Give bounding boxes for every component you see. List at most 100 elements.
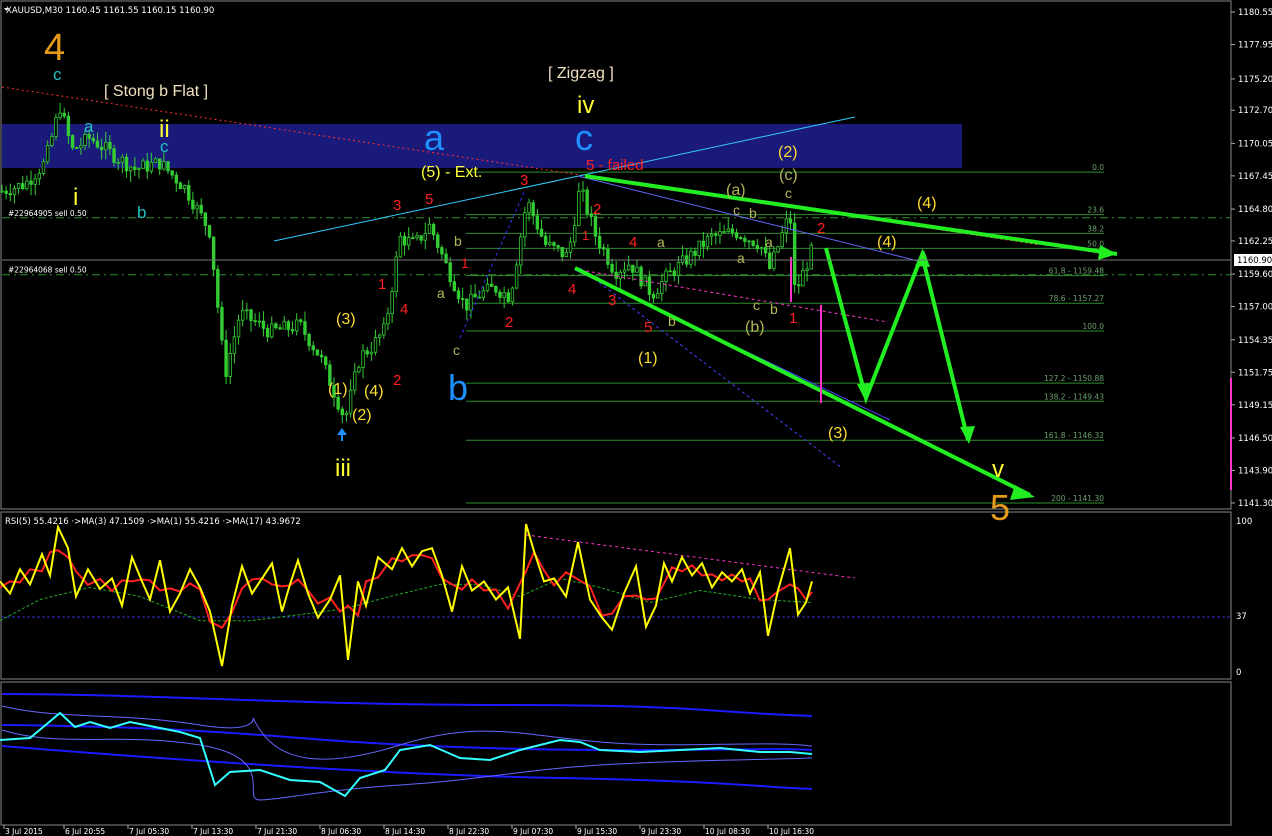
candle-body [91, 137, 95, 142]
wave-a-olive-5: a [737, 250, 745, 266]
wave-p3-left: (3) [336, 311, 356, 328]
candle-body [452, 281, 457, 292]
candle-body [548, 242, 552, 245]
wave-p1-mid: (1) [638, 350, 658, 367]
candle-body [286, 321, 291, 330]
candle-body [489, 283, 494, 287]
candle-body [377, 334, 382, 338]
wave-4-red-e: 4 [568, 281, 576, 298]
candle-body [602, 247, 606, 250]
candle-body [253, 320, 257, 323]
wave-p3-right: (3) [828, 425, 848, 442]
candle-body [556, 245, 560, 248]
fib-label: 100.0 [1083, 322, 1105, 331]
candle-body [502, 292, 506, 298]
wave-a-big: a [424, 117, 445, 158]
candle-body [714, 233, 718, 236]
wave-3-red-e: 3 [608, 292, 616, 309]
candle-body [108, 141, 112, 150]
candle-body [647, 276, 652, 295]
wave-c-left: c [160, 137, 169, 156]
candle-body [506, 292, 510, 303]
price-tick-label: 1180.55 [1238, 8, 1272, 18]
candle-body [50, 136, 54, 146]
wave-b-olive: b [749, 205, 757, 221]
candle-body [8, 193, 12, 196]
candle-body [145, 160, 149, 172]
fib-label: 127.2 - 1150.88 [1044, 374, 1104, 383]
candle-body [494, 286, 498, 293]
candle-body [232, 336, 237, 354]
candle-body [79, 144, 83, 149]
candle-body [768, 252, 772, 269]
candle-body [166, 161, 170, 172]
candle-body [336, 396, 340, 410]
rsi-tick-label: 100 [1236, 517, 1252, 527]
candle-body [211, 236, 216, 270]
candle-body [282, 321, 286, 330]
candle-body [95, 140, 100, 148]
candle-body [203, 212, 208, 226]
price-tick-label: 1151.75 [1238, 368, 1272, 378]
candle-body [220, 306, 224, 341]
candle-body [257, 320, 261, 323]
candle-body [398, 235, 403, 258]
candle-body [406, 237, 411, 246]
candle-body [664, 270, 668, 282]
candle-body [597, 235, 602, 249]
candle-body [676, 262, 681, 276]
wave-4-big: 4 [44, 27, 65, 69]
price-tick-label: 1172.70 [1238, 106, 1272, 116]
candle-body [419, 235, 423, 241]
candle-body [755, 245, 759, 250]
wave-5-big: 5 [990, 487, 1010, 528]
candle-body [394, 256, 398, 292]
candle-body [427, 223, 432, 234]
candle-body [340, 408, 344, 416]
candle-body [535, 215, 540, 230]
price-tick-label: 1162.25 [1238, 237, 1272, 247]
candle-body [290, 329, 295, 332]
candle-body [539, 228, 544, 237]
candle-body [514, 264, 519, 289]
time-tick-label: 7 Jul 13:30 [193, 827, 233, 836]
chart-header: XAUUSD,M30 1160.45 1161.55 1160.15 1160.… [6, 6, 214, 16]
rsi-title: RSI(5) 55.4216 ·>MA(3) 47.1509 ·>MA(1) 5… [5, 517, 301, 527]
candle-body [133, 166, 137, 170]
fib-label: 0.0 [1092, 163, 1104, 172]
candle-body [780, 232, 784, 248]
time-tick-label: 9 Jul 15:30 [577, 827, 617, 836]
wave-b-olive-4: b [668, 313, 676, 329]
candle-body [265, 327, 270, 338]
candle-body [128, 166, 133, 172]
candle-body [639, 266, 643, 287]
candle-body [361, 350, 365, 368]
candle-body [199, 204, 203, 214]
candle-body [137, 168, 141, 170]
candle-body [365, 350, 369, 355]
candle-body [465, 298, 469, 311]
wave-5-red-a: 5 [425, 191, 433, 208]
candle-body [784, 218, 789, 234]
rsi-tick-label: 37 [1236, 612, 1247, 622]
candle-body [25, 180, 29, 190]
candle-body [311, 345, 315, 351]
candle-body [16, 183, 21, 189]
candle-body [469, 293, 473, 311]
candle-body [510, 287, 515, 303]
wave-a-small: a [84, 117, 94, 136]
candle-body [618, 271, 623, 279]
candle-body [739, 237, 743, 239]
candle-body [33, 178, 37, 185]
candle-body [120, 156, 125, 163]
candle-body [162, 161, 166, 170]
candle-body [705, 235, 710, 248]
price-tick-label: 1170.05 [1238, 139, 1272, 149]
wave-c-olive-7: c [753, 297, 760, 313]
wave-2-red-b: 2 [593, 201, 601, 218]
wave-3-red-a: 3 [393, 197, 401, 214]
time-tick-label: 10 Jul 16:30 [769, 827, 814, 836]
time-tick-label: 8 Jul 06:30 [321, 827, 361, 836]
candle-body [37, 173, 42, 180]
oscillator-pane-frame [0, 681, 1232, 826]
